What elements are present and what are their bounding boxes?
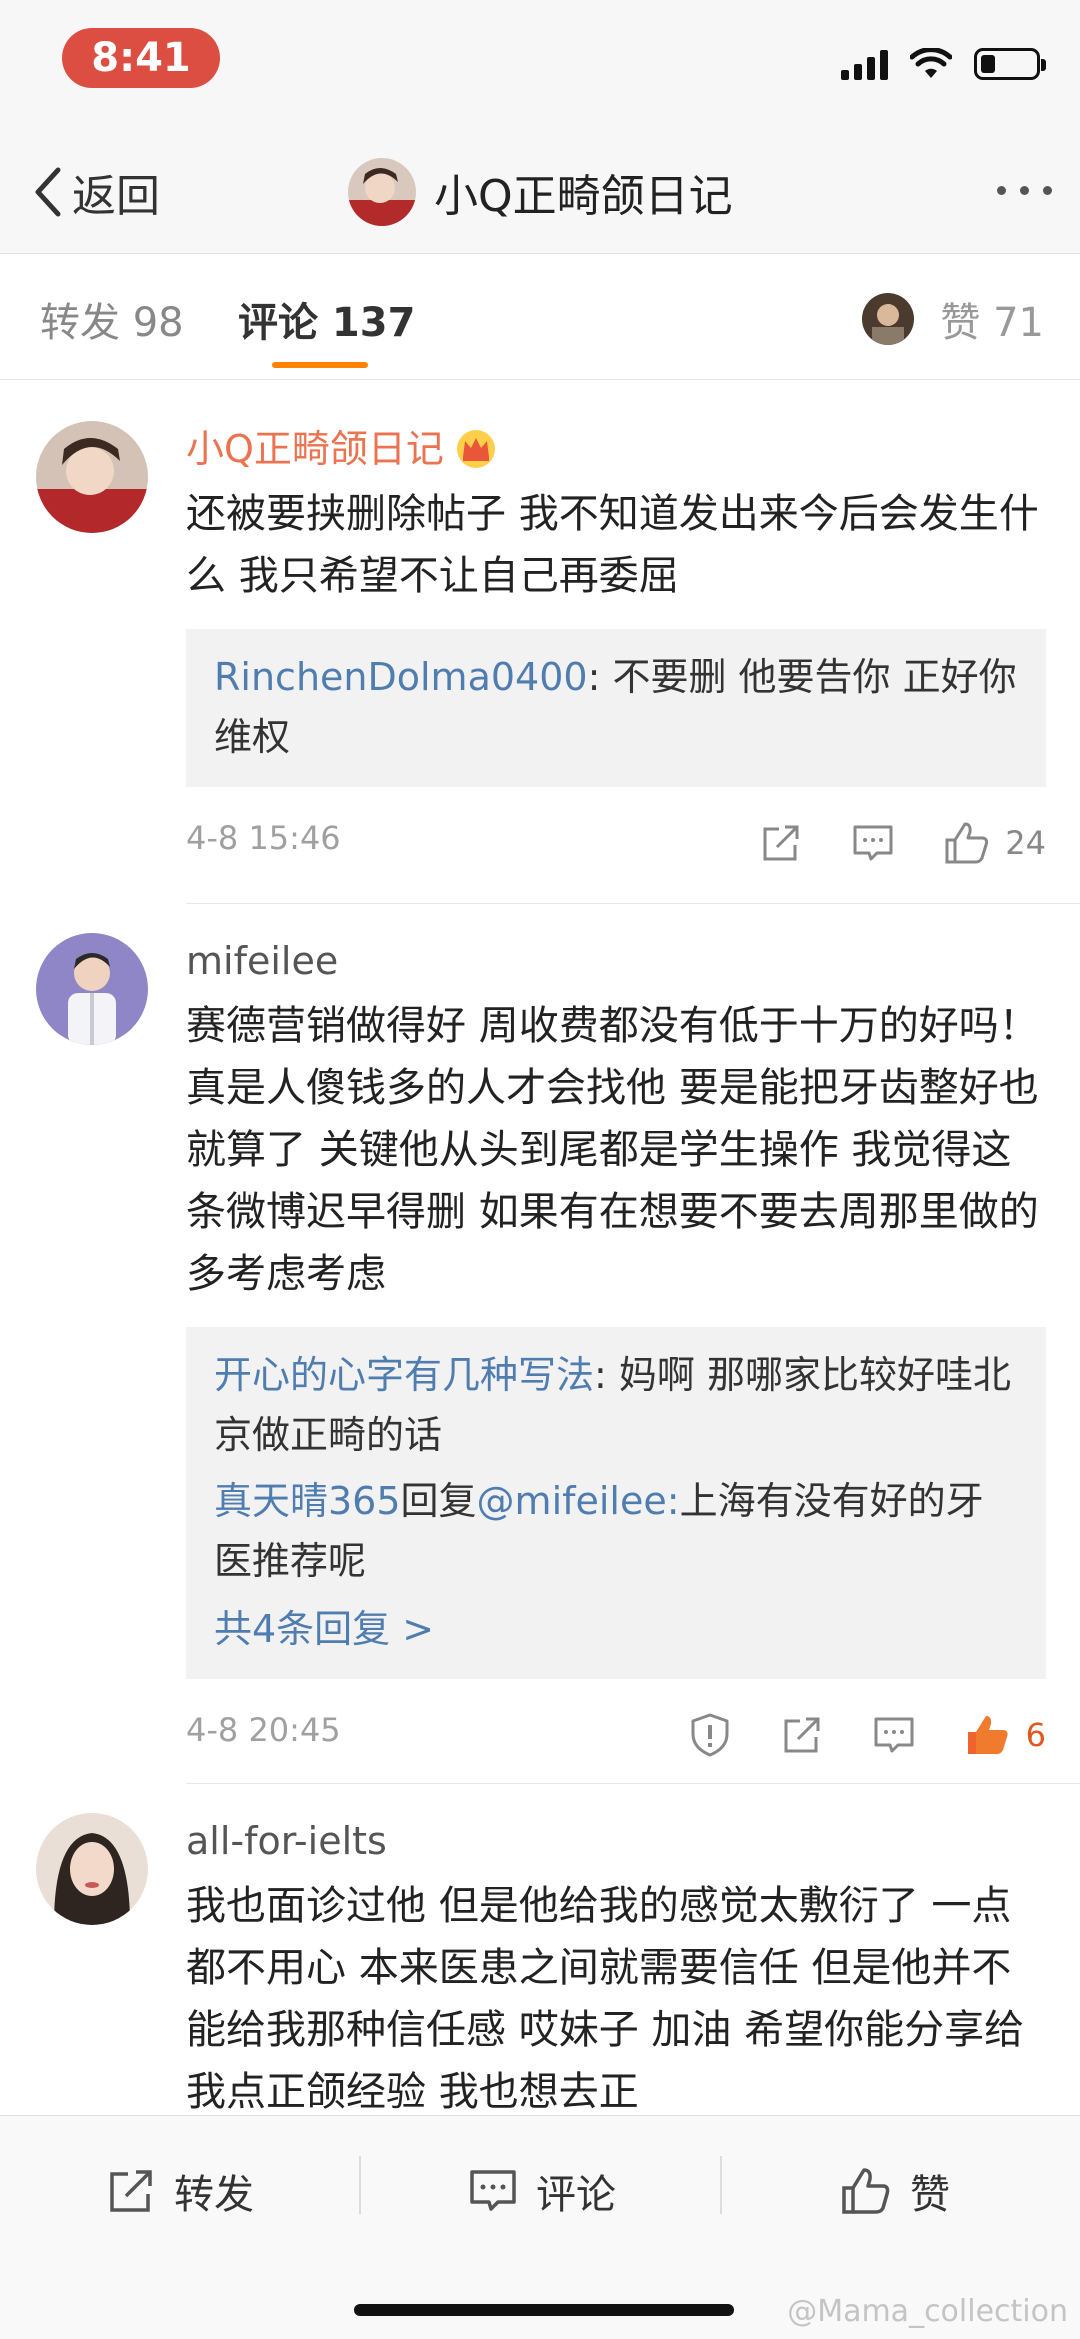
- comment-actions: 24: [759, 813, 1046, 873]
- watermark: @Mama_collection: [787, 2294, 1068, 2329]
- comment-meta: 4-8 20:45 6: [186, 1705, 1046, 1765]
- reply-username[interactable]: 开心的心字有几种写法: [214, 1353, 594, 1397]
- thumbs-up-icon: [842, 2168, 890, 2214]
- like-button[interactable]: 24: [943, 820, 1046, 866]
- repost-label: 转发: [174, 2172, 254, 2218]
- share-icon: [110, 2170, 152, 2212]
- comment-actions: 6: [688, 1705, 1046, 1765]
- divider: [186, 903, 1080, 904]
- comment-date: 4-8 15:46: [186, 819, 341, 857]
- status-time: 8:41: [62, 28, 220, 88]
- comment-date: 4-8 20:45: [186, 1711, 341, 1749]
- reply-mention[interactable]: @mifeilee:: [477, 1479, 680, 1523]
- reply-label: 回复: [400, 1479, 477, 1523]
- reply-item: 真天晴365回复@mifeilee:上海有没有好的牙医推荐呢: [214, 1471, 1018, 1591]
- avatar: [862, 293, 915, 345]
- thumbs-up-filled-icon: [967, 1716, 1008, 1754]
- avatar: [348, 158, 416, 226]
- comment-username[interactable]: mifeilee: [186, 933, 1046, 989]
- comment-button[interactable]: 评论: [468, 2156, 616, 2226]
- crown-icon: [456, 430, 495, 468]
- avatar[interactable]: [36, 1813, 148, 1925]
- comment-username-label: 小Q正畸颌日记: [186, 427, 444, 471]
- like-label: 赞: [910, 2172, 950, 2218]
- avatar[interactable]: [36, 933, 148, 1045]
- status-icons: [841, 44, 1046, 84]
- more-replies-link[interactable]: 共4条回复 >: [214, 1599, 1018, 1659]
- nav-bar: 返回 小Q正畸颌日记: [0, 130, 1080, 254]
- battery-icon: [974, 48, 1046, 80]
- reply-box[interactable]: 开心的心字有几种写法: 妈啊 那哪家比较好哇北京做正畸的话 真天晴365回复@m…: [186, 1327, 1046, 1679]
- like-button[interactable]: 6: [964, 1712, 1046, 1758]
- comment-list[interactable]: 小Q正畸颌日记 还被要挟删除帖子 我不知道发出来今后会发生什么 我只希望不让自己…: [0, 381, 1080, 2115]
- avatar[interactable]: [36, 421, 148, 533]
- reply-box[interactable]: RinchenDolma0400: 不要删 他要告你 正好你维权: [186, 629, 1046, 787]
- tab-comments[interactable]: 评论 137: [238, 290, 415, 348]
- divider: [359, 2156, 361, 2214]
- reply-username[interactable]: RinchenDolma0400: [214, 655, 588, 699]
- bottom-toolbar: 转发 评论 赞 @Mama_collection: [0, 2115, 1080, 2339]
- page-title: 小Q正畸颌日记: [434, 171, 733, 222]
- tab-bar: 转发 98 评论 137 赞 71: [0, 254, 1080, 380]
- comment-label: 评论: [536, 2172, 616, 2218]
- repost-button[interactable]: 转发: [106, 2156, 254, 2226]
- back-button[interactable]: 返回: [30, 158, 160, 226]
- comment-text: 还被要挟删除帖子 我不知道发出来今后会发生什么 我只希望不让自己再委屈: [186, 491, 1039, 599]
- divider: [186, 1783, 1080, 1784]
- reply-username[interactable]: 真天晴365: [214, 1479, 401, 1523]
- comment-username-label: all-for-ielts: [186, 1819, 387, 1863]
- comment-icon: [470, 2170, 516, 2211]
- chevron-left-icon: [35, 167, 61, 217]
- comment-username[interactable]: all-for-ielts: [186, 1813, 1046, 1869]
- screen: 8:41 返回 小Q正畸颌日记 转发 98 评论 137 赞 71 小Q正畸颌日…: [0, 0, 1080, 2339]
- comment-icon[interactable]: [851, 821, 895, 865]
- comment-text: 赛德营销做得好 周收费都没有低于十万的好吗！真是人傻钱多的人才会找他 要是能把牙…: [186, 1003, 1039, 1297]
- status-bar: 8:41: [0, 0, 1080, 130]
- thumbs-up-icon: [945, 822, 989, 864]
- share-icon[interactable]: [780, 1713, 824, 1757]
- signal-icon: [841, 48, 888, 80]
- like-button[interactable]: 赞: [840, 2156, 950, 2226]
- more-options-button[interactable]: [997, 170, 1052, 210]
- comment-icon[interactable]: [872, 1713, 916, 1757]
- reply-item: RinchenDolma0400: 不要删 他要告你 正好你维权: [214, 647, 1018, 767]
- tab-likes-label: 赞 71: [940, 300, 1044, 346]
- wifi-icon: [910, 48, 952, 78]
- reply-item: 开心的心字有几种写法: 妈啊 那哪家比较好哇北京做正畸的话: [214, 1345, 1018, 1465]
- like-count: 6: [1025, 1716, 1046, 1754]
- home-indicator: [354, 2304, 734, 2316]
- comment-meta: 4-8 15:46 24: [186, 813, 1046, 873]
- tab-likes[interactable]: 赞 71: [862, 290, 1044, 348]
- comment-username[interactable]: 小Q正畸颌日记: [186, 421, 1046, 477]
- comment-text: 我也面诊过他 但是他给我的感觉太敷衍了 一点都不用心 本来医患之间就需要信任 但…: [186, 1883, 1025, 2115]
- share-icon[interactable]: [759, 821, 803, 865]
- divider: [720, 2156, 722, 2214]
- tab-active-indicator: [272, 362, 368, 368]
- comment-username-label: mifeilee: [186, 939, 339, 983]
- back-label: 返回: [72, 171, 160, 222]
- report-icon[interactable]: [688, 1712, 732, 1758]
- tab-reposts[interactable]: 转发 98: [40, 290, 184, 348]
- nav-title[interactable]: 小Q正畸颌日记: [348, 156, 733, 228]
- like-count: 24: [1005, 824, 1046, 862]
